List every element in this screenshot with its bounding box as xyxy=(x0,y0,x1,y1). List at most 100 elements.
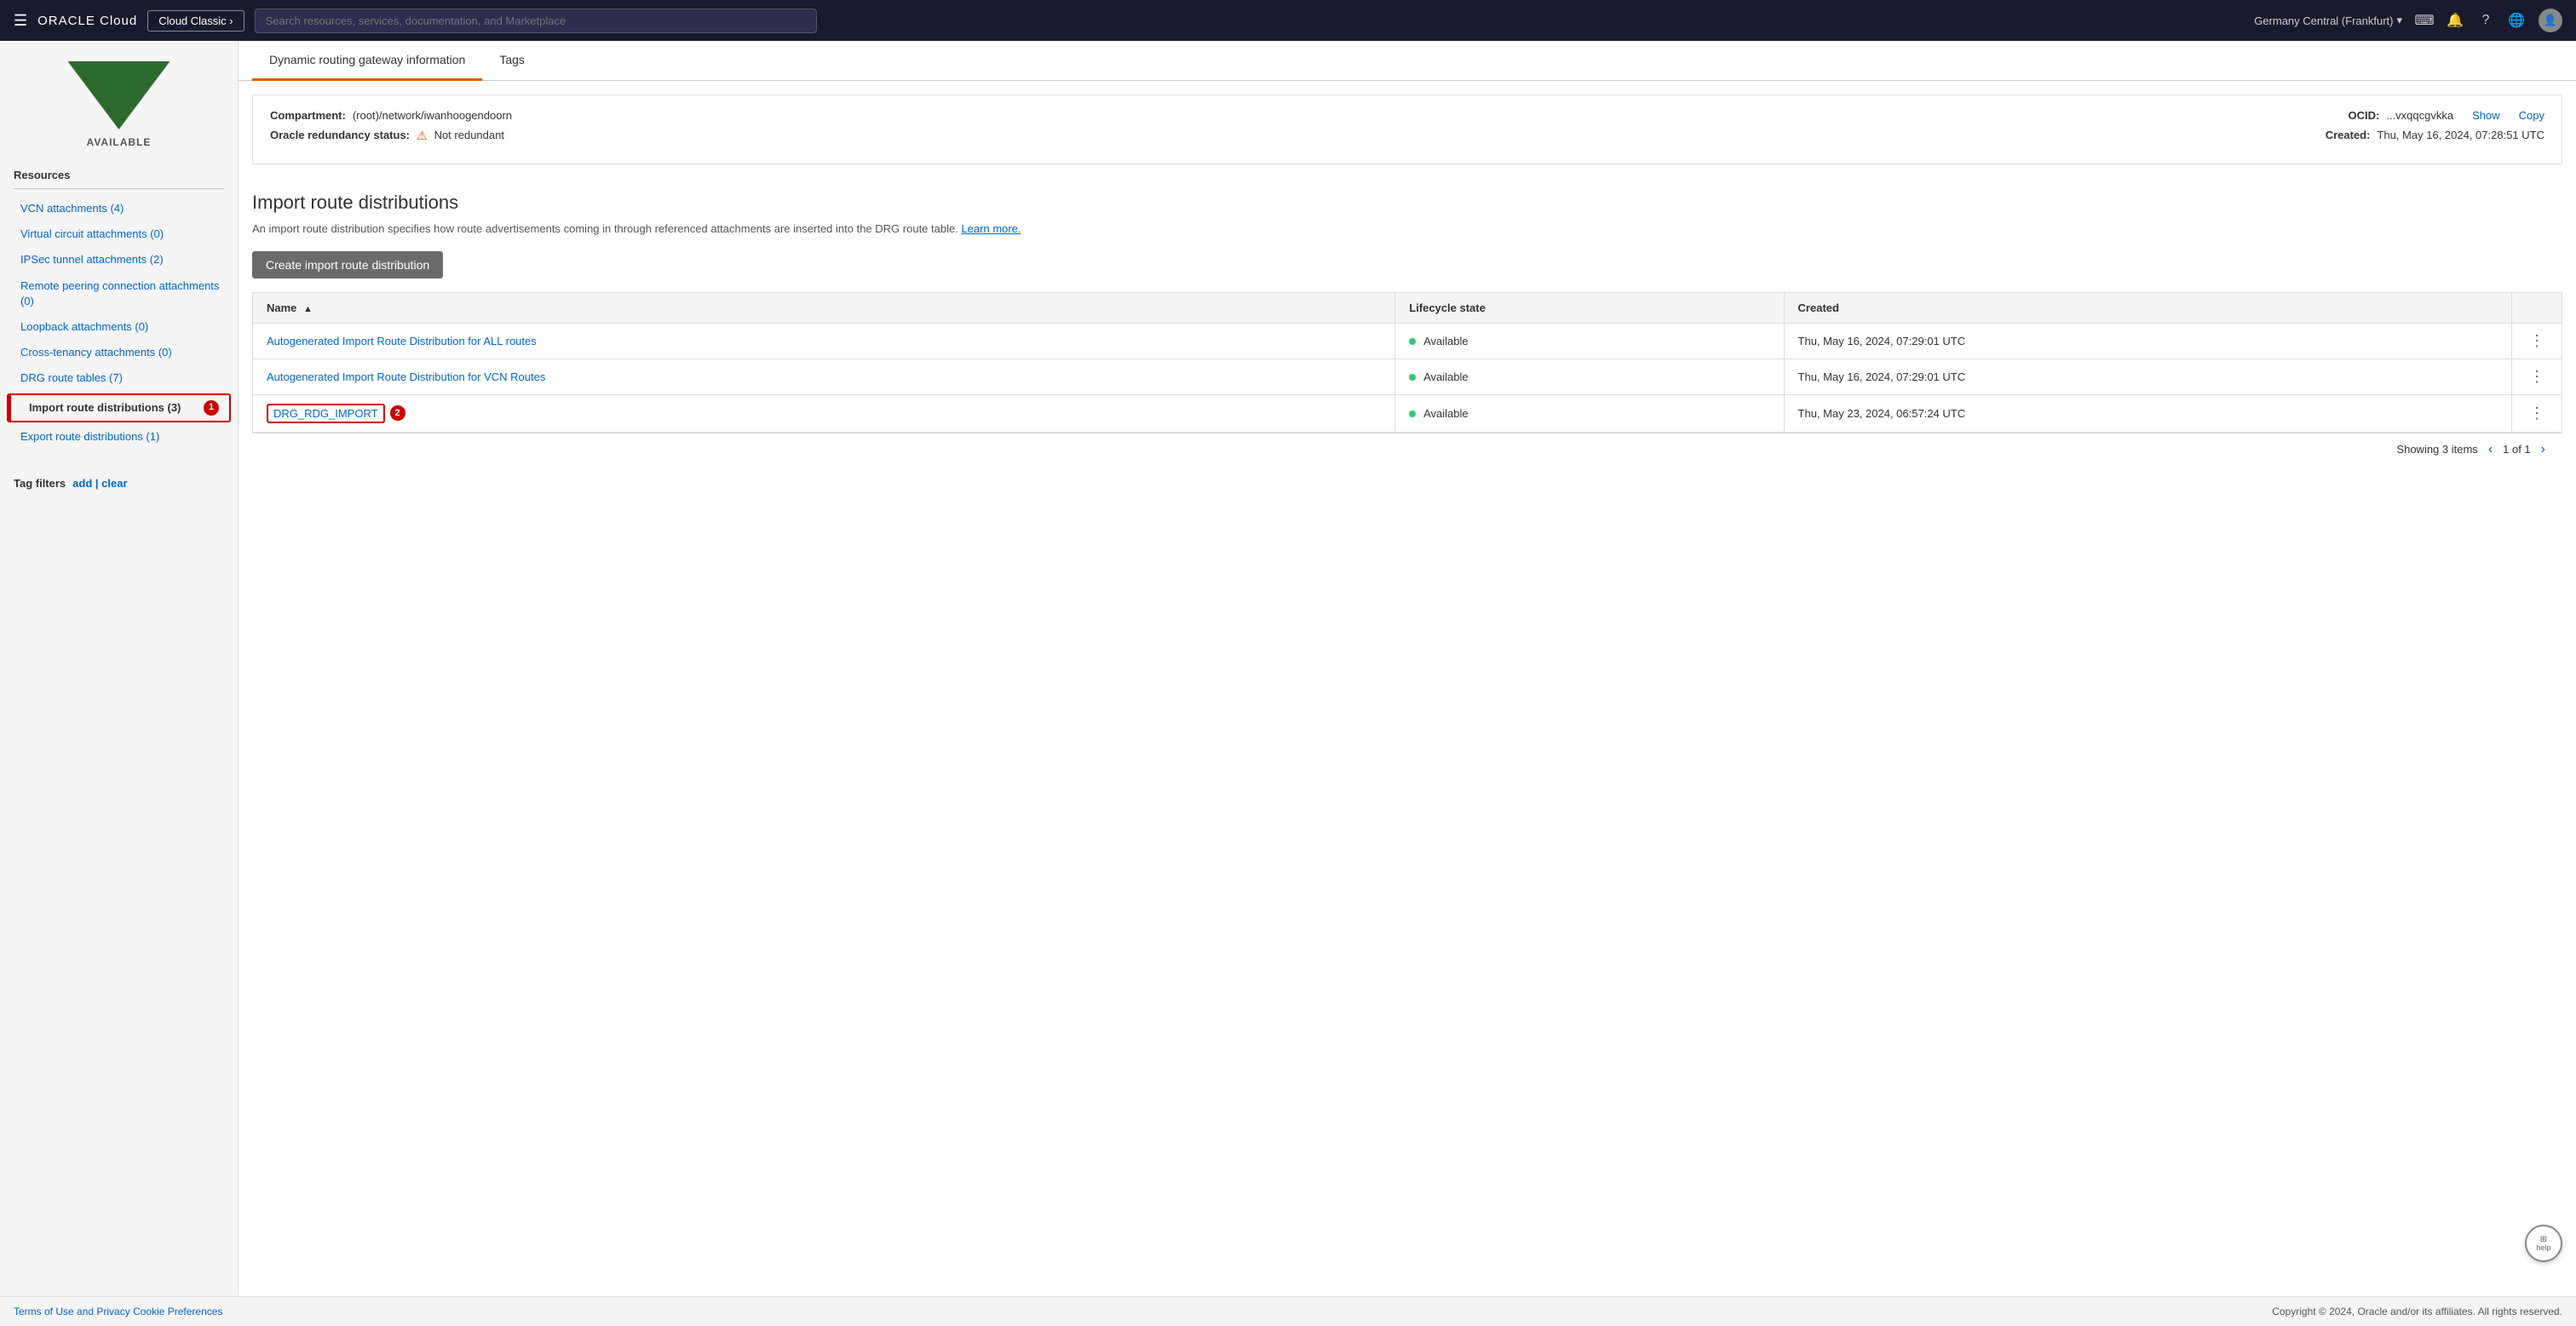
nav-right: Germany Central (Frankfurt) ▾ ⌨ 🔔 ? 🌐 👤 xyxy=(2254,9,2562,32)
tab-drg-info[interactable]: Dynamic routing gateway information xyxy=(252,41,482,81)
ocid-label: OCID: xyxy=(2349,109,2380,122)
info-row-1: Compartment: (root)/network/iwanhoogendo… xyxy=(270,109,2544,122)
row-2-actions-cell: ⋮ xyxy=(2512,359,2562,394)
column-header-created: Created xyxy=(1784,292,2511,323)
sidebar-item-cross-tenancy-attachments[interactable]: Cross-tenancy attachments (0) xyxy=(0,340,238,365)
row-3-name-with-badge: DRG_RDG_IMPORT 2 xyxy=(267,404,1381,423)
table-header: Name ▲ Lifecycle state Created xyxy=(253,292,2562,323)
hamburger-menu-icon[interactable]: ☰ xyxy=(14,12,27,30)
pagination-label: 1 of 1 xyxy=(2503,443,2531,456)
row-1-created-cell: Thu, May 16, 2024, 07:29:01 UTC xyxy=(1784,323,2511,359)
sidebar-logo-area: AVAILABLE xyxy=(0,55,238,162)
sidebar-item-virtual-circuit-attachments[interactable]: Virtual circuit attachments (0) xyxy=(0,221,238,247)
drg-info-panel: Compartment: (root)/network/iwanhoogendo… xyxy=(252,95,2562,164)
create-import-route-distribution-button[interactable]: Create import route distribution xyxy=(252,251,443,278)
learn-more-link[interactable]: Learn more. xyxy=(961,222,1021,235)
sidebar: AVAILABLE Resources VCN attachments (4) … xyxy=(0,41,239,1296)
main-content: Dynamic routing gateway information Tags… xyxy=(239,41,2576,1296)
compartment-label: Compartment: xyxy=(270,109,346,122)
row-1-name-cell: Autogenerated Import Route Distribution … xyxy=(253,323,1395,359)
ocid-show-link[interactable]: Show xyxy=(2472,109,2500,122)
help-widget-icon: ⊞ help xyxy=(2536,1236,2550,1252)
row-2-created-cell: Thu, May 16, 2024, 07:29:01 UTC xyxy=(1784,359,2511,394)
top-navigation: ☰ ORACLE Cloud Cloud Classic › Germany C… xyxy=(0,0,2576,41)
region-label: Germany Central (Frankfurt) xyxy=(2254,14,2393,27)
compartment-info: Compartment: (root)/network/iwanhoogendo… xyxy=(270,109,512,122)
search-input[interactable] xyxy=(255,9,817,33)
sidebar-item-vcn-attachments[interactable]: VCN attachments (4) xyxy=(0,196,238,221)
created-info: Created: Thu, May 16, 2024, 07:28:51 UTC xyxy=(2326,129,2544,141)
sidebar-item-remote-peering[interactable]: Remote peering connection attachments (0… xyxy=(0,273,238,314)
table-row: Autogenerated Import Route Distribution … xyxy=(253,359,2562,394)
globe-icon[interactable]: 🌐 xyxy=(2508,12,2525,29)
compartment-value: (root)/network/iwanhoogendoorn xyxy=(353,109,512,122)
row-3-name-cell: DRG_RDG_IMPORT 2 xyxy=(253,394,1395,432)
row-1-actions-button[interactable]: ⋮ xyxy=(2526,332,2548,350)
row-3-name-outline: DRG_RDG_IMPORT xyxy=(267,404,385,423)
ocid-info: OCID: ...vxqqcgvkka Show Copy xyxy=(2349,109,2545,122)
sidebar-badge-1: 1 xyxy=(204,400,219,416)
row-2-actions-button[interactable]: ⋮ xyxy=(2526,368,2548,386)
redundancy-info: Oracle redundancy status: ⚠ Not redundan… xyxy=(270,129,504,143)
section-description: An import route distribution specifies h… xyxy=(252,221,2562,238)
row-3-actions-button[interactable]: ⋮ xyxy=(2526,405,2548,422)
tab-bar: Dynamic routing gateway information Tags xyxy=(239,41,2576,81)
column-header-name[interactable]: Name ▲ xyxy=(253,292,1395,323)
sidebar-item-drg-route-tables[interactable]: DRG route tables (7) xyxy=(0,365,238,391)
help-widget[interactable]: ⊞ help xyxy=(2525,1225,2562,1262)
oracle-logo: ORACLE Cloud xyxy=(37,14,137,28)
region-chevron-icon: ▾ xyxy=(2396,14,2402,27)
tag-filters-links: add | clear xyxy=(72,477,127,490)
row-1-name-link[interactable]: Autogenerated Import Route Distribution … xyxy=(267,335,537,347)
sidebar-item-export-route-distributions[interactable]: Export route distributions (1) xyxy=(0,424,238,450)
tag-filters-section: Tag filters add | clear xyxy=(0,463,238,507)
row-2-name-cell: Autogenerated Import Route Distribution … xyxy=(253,359,1395,394)
column-header-actions xyxy=(2512,292,2562,323)
created-label: Created: xyxy=(2326,129,2371,141)
row-1-actions-cell: ⋮ xyxy=(2512,323,2562,359)
route-distributions-table: Name ▲ Lifecycle state Created Autogener… xyxy=(252,292,2562,433)
tab-tags[interactable]: Tags xyxy=(482,41,542,81)
tag-filters-add-link[interactable]: add xyxy=(72,477,92,490)
footer-copyright: Copyright © 2024, Oracle and/or its affi… xyxy=(2272,1306,2562,1317)
user-avatar[interactable]: 👤 xyxy=(2539,9,2562,32)
sidebar-item-import-label: Import route distributions (3) xyxy=(29,400,181,416)
row-3-name-link[interactable]: DRG_RDG_IMPORT xyxy=(273,407,378,420)
page-footer: Terms of Use and Privacy Cookie Preferen… xyxy=(0,1296,2576,1326)
row-2-lifecycle-value: Available xyxy=(1423,370,1469,383)
sidebar-divider xyxy=(14,188,224,189)
created-value: Thu, May 16, 2024, 07:28:51 UTC xyxy=(2377,129,2544,141)
table-body: Autogenerated Import Route Distribution … xyxy=(253,323,2562,432)
footer-left: Terms of Use and Privacy Cookie Preferen… xyxy=(14,1306,222,1317)
sidebar-item-ipsec-tunnel-attachments[interactable]: IPSec tunnel attachments (2) xyxy=(0,247,238,273)
tag-filters-clear-link[interactable]: clear xyxy=(101,477,127,490)
region-selector[interactable]: Germany Central (Frankfurt) ▾ xyxy=(2254,14,2402,27)
row-3-lifecycle-cell: Available xyxy=(1395,394,1784,432)
terminal-icon[interactable]: ⌨ xyxy=(2416,12,2433,29)
pagination-next-button[interactable]: › xyxy=(2538,442,2549,457)
row-3-actions-cell: ⋮ xyxy=(2512,394,2562,432)
section-title: Import route distributions xyxy=(252,192,2562,214)
sidebar-item-import-route-distributions[interactable]: Import route distributions (3) 1 xyxy=(9,395,229,421)
cookie-preferences-link[interactable]: Cookie Preferences xyxy=(133,1306,222,1317)
row-3-lifecycle-value: Available xyxy=(1423,407,1469,420)
status-badge: AVAILABLE xyxy=(87,136,152,148)
terms-link[interactable]: Terms of Use and Privacy xyxy=(14,1306,130,1317)
ocid-value: ...vxqqcgvkka xyxy=(2386,109,2453,122)
row-2-name-link[interactable]: Autogenerated Import Route Distribution … xyxy=(267,370,545,383)
bell-icon[interactable]: 🔔 xyxy=(2447,12,2464,29)
sort-arrow-icon: ▲ xyxy=(303,304,313,314)
sidebar-item-loopback-attachments[interactable]: Loopback attachments (0) xyxy=(0,314,238,340)
help-icon[interactable]: ? xyxy=(2477,12,2494,29)
main-layout: AVAILABLE Resources VCN attachments (4) … xyxy=(0,0,2576,1296)
redundancy-label: Oracle redundancy status: xyxy=(270,129,410,141)
row-3-badge: 2 xyxy=(390,405,405,421)
pagination-prev-button[interactable]: ‹ xyxy=(2485,442,2496,457)
table-footer: Showing 3 items ‹ 1 of 1 › xyxy=(252,433,2562,466)
column-header-lifecycle-state: Lifecycle state xyxy=(1395,292,1784,323)
ocid-copy-link[interactable]: Copy xyxy=(2519,109,2544,122)
sidebar-item-import-route-distributions-wrapper: Import route distributions (3) 1 xyxy=(7,393,231,422)
table-row: DRG_RDG_IMPORT 2 Available Thu, May 23, … xyxy=(253,394,2562,432)
cloud-classic-button[interactable]: Cloud Classic › xyxy=(147,10,244,32)
drg-shape-icon xyxy=(68,61,170,129)
